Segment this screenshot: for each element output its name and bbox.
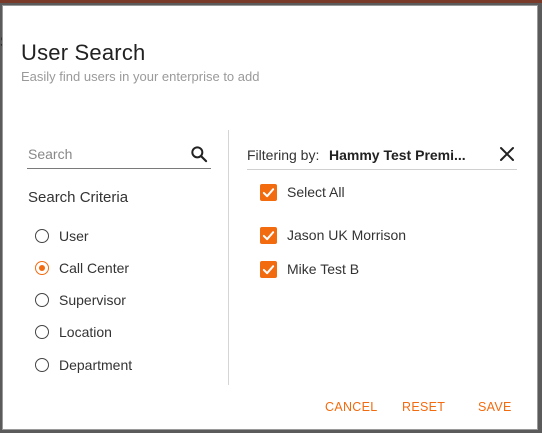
top-accent-bar xyxy=(0,0,542,3)
select-all-checkbox[interactable]: Select All xyxy=(260,182,345,202)
filter-value: Hammy Test Premi... xyxy=(329,147,466,163)
radio-label: Call Center xyxy=(59,260,130,276)
radio-button[interactable] xyxy=(35,358,49,372)
radio-label: Department xyxy=(59,357,133,373)
close-icon[interactable] xyxy=(499,146,515,162)
checkbox-checked[interactable] xyxy=(260,183,277,201)
check-icon xyxy=(262,187,275,197)
search-field xyxy=(27,140,211,169)
radio-label: Supervisor xyxy=(59,292,126,308)
search-criteria-heading: Search Criteria xyxy=(28,189,129,206)
user-search-dialog: User Search Easily find users in your en… xyxy=(2,5,538,430)
result-item-label: Mike Test B xyxy=(287,261,360,277)
checkbox-checked[interactable] xyxy=(260,226,277,244)
dialog-title: User Search xyxy=(21,40,146,65)
checkbox-checked[interactable] xyxy=(260,260,277,278)
pane-divider xyxy=(228,130,229,385)
radio-label: User xyxy=(59,228,89,244)
select-all-label: Select All xyxy=(287,184,345,200)
radio-location[interactable]: Location xyxy=(35,322,112,342)
check-icon xyxy=(262,264,275,274)
result-item[interactable]: Mike Test B xyxy=(260,259,359,279)
radio-call-center[interactable]: Call Center xyxy=(35,258,129,278)
app-window: S User Search Easily find users in your … xyxy=(0,0,542,433)
radio-department[interactable]: Department xyxy=(35,355,132,375)
radio-button-selected[interactable] xyxy=(35,261,49,275)
filter-bar: Filtering by: Hammy Test Premi... xyxy=(247,139,517,170)
dialog-subtitle: Easily find users in your enterprise to … xyxy=(21,69,260,84)
search-icon[interactable] xyxy=(189,144,209,164)
radio-supervisor[interactable]: Supervisor xyxy=(35,290,126,310)
radio-button[interactable] xyxy=(35,325,49,339)
cancel-button[interactable]: CANCEL xyxy=(325,400,378,414)
radio-label: Location xyxy=(59,324,112,340)
result-item-label: Jason UK Morrison xyxy=(287,227,407,243)
radio-button[interactable] xyxy=(35,229,49,243)
radio-user[interactable]: User xyxy=(35,226,89,246)
check-icon xyxy=(262,230,275,240)
save-button[interactable]: SAVE xyxy=(478,400,512,414)
filter-label: Filtering by: xyxy=(247,147,320,163)
reset-button[interactable]: RESET xyxy=(402,400,445,414)
result-item[interactable]: Jason UK Morrison xyxy=(260,225,406,245)
radio-button[interactable] xyxy=(35,293,49,307)
search-input[interactable] xyxy=(27,144,178,164)
